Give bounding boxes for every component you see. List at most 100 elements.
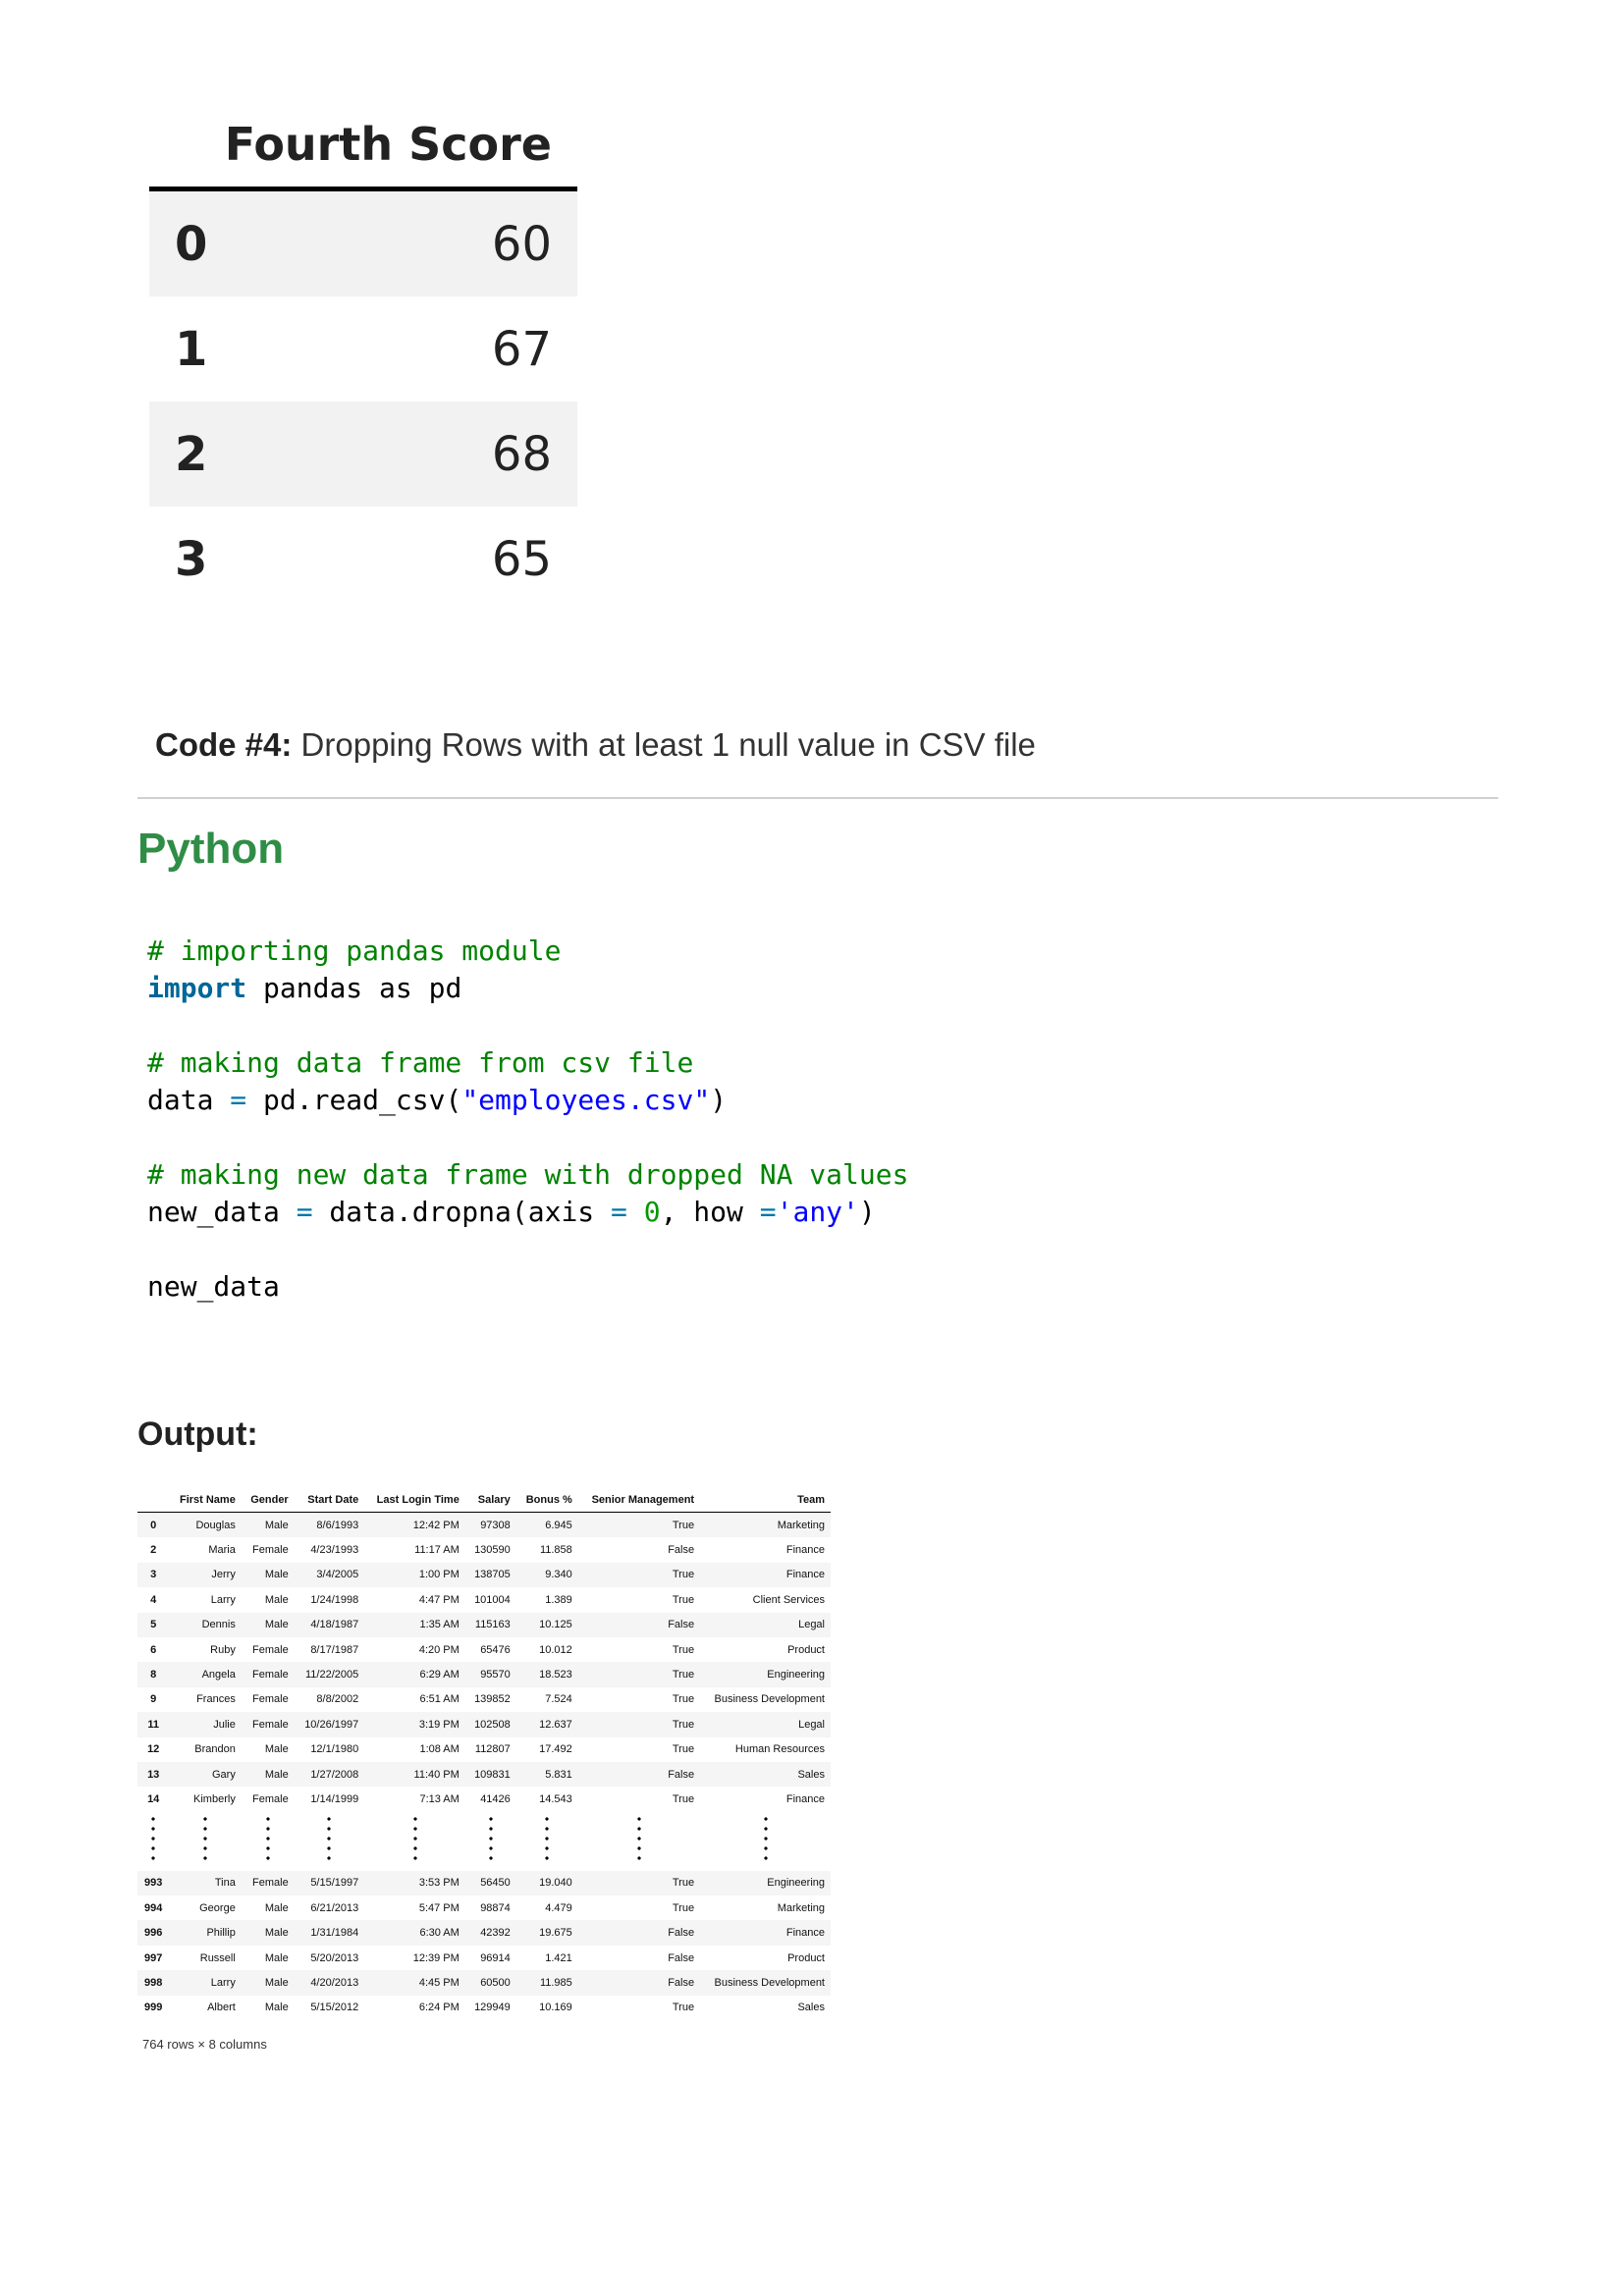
table-cell: True: [577, 1562, 701, 1588]
table-cell: 11.985: [515, 1970, 578, 1996]
table-cell: 112807: [474, 1743, 511, 1756]
table-cell: Kimberly: [193, 1792, 236, 1805]
table-cell: 101004: [474, 1593, 511, 1606]
output-dataframe: First Name Gender Start Date Last Login Tim…: [137, 1488, 831, 2020]
table-cell: Female: [252, 1643, 289, 1656]
score-table-row: 1 67: [149, 296, 577, 401]
ellipsis-cell: [465, 1812, 516, 1871]
row-index: 6: [150, 1643, 157, 1656]
table-cell: 6/21/2013: [310, 1901, 359, 1914]
ellipsis-cell: [516, 1812, 578, 1871]
row-value: 65: [491, 531, 552, 587]
table-cell: True: [672, 1743, 695, 1756]
table-cell: 42392: [464, 1920, 516, 1946]
table-cell: 4/23/1993: [310, 1544, 359, 1557]
ellipsis-cell: [295, 1812, 365, 1871]
table-row: 9 Frances Female 8/8/2002 6:51 AM 139852 7.524…: [137, 1687, 831, 1712]
table-cell: 6:29 AM: [364, 1662, 465, 1687]
table-cell: 95570: [464, 1662, 516, 1687]
row-value: 60: [491, 216, 552, 272]
table-cell: True: [672, 1593, 695, 1606]
code-line: new_data: [147, 1268, 908, 1306]
dataframe-table: First Name Gender Start Date Last Login Tim…: [137, 1488, 831, 2020]
table-cell: Sales: [700, 1761, 831, 1788]
vertical-ellipsis-icon: [151, 1814, 156, 1866]
code-token: =: [230, 1084, 247, 1116]
table-cell: Male: [241, 1761, 295, 1788]
table-cell: Maria: [208, 1544, 236, 1557]
table-cell: Phillip: [169, 1920, 242, 1946]
code-token: =: [759, 1196, 777, 1228]
divider: [137, 797, 1498, 799]
table-cell: Angela: [169, 1662, 242, 1687]
table-cell: Finance: [785, 1544, 825, 1557]
table-cell: 138705: [464, 1562, 516, 1588]
column-header: First Name: [169, 1488, 242, 1513]
table-cell: 5.831: [515, 1761, 578, 1788]
table-cell: 4:47 PM: [418, 1593, 460, 1606]
code-token: =: [611, 1196, 627, 1228]
table-cell: 6:24 PM: [418, 2002, 460, 2014]
table-cell: 1:08 AM: [419, 1743, 460, 1756]
table-cell: Male: [264, 1743, 289, 1756]
table-cell: 12.637: [515, 1712, 578, 1737]
table-cell: Male: [241, 1920, 295, 1946]
row-index: 5: [137, 1612, 170, 1637]
table-cell: 11.858: [539, 1544, 572, 1557]
table-cell: 4/18/1987: [294, 1612, 365, 1637]
table-cell: Male: [264, 1901, 289, 1914]
row-index: 13: [137, 1761, 170, 1788]
table-cell: False: [577, 1761, 701, 1788]
table-cell: Legal: [700, 1712, 831, 1737]
table-cell: Finance: [700, 1920, 831, 1946]
code-token: import: [147, 972, 247, 1004]
table-cell: 96914: [480, 1951, 511, 1964]
table-cell: True: [672, 1693, 695, 1706]
code-line: data = pd.read_csv("employees.csv"): [147, 1082, 908, 1119]
table-row: 993 Tina Female 5/15/1997 3:53 PM 56450 19.040…: [137, 1870, 831, 1896]
table-cell: Douglas: [169, 1512, 242, 1538]
dataframe-header-row: First Name Gender Start Date Last Login Tim…: [137, 1488, 831, 1513]
table-cell: 10/26/1997: [294, 1712, 365, 1737]
vertical-ellipsis-icon: [488, 1814, 493, 1866]
table-cell: 7.524: [545, 1693, 572, 1706]
table-cell: Female: [252, 1544, 289, 1557]
vertical-ellipsis-icon: [265, 1814, 270, 1866]
table-cell: 11:40 PM: [364, 1761, 465, 1788]
ellipsis-cell: [364, 1812, 465, 1871]
code-token: =: [296, 1196, 313, 1228]
table-cell: 4.479: [545, 1901, 572, 1914]
table-cell: 97308: [464, 1512, 516, 1538]
table-cell: False: [577, 1920, 701, 1946]
ellipsis-cell: [169, 1812, 241, 1871]
table-cell: 8/6/1993: [294, 1512, 365, 1538]
table-cell: Female: [241, 1870, 295, 1896]
table-row: 5 Dennis Male 4/18/1987 1:35 AM 115163 10.125 F…: [137, 1612, 831, 1637]
ellipsis-cell: [242, 1812, 295, 1871]
ellipsis-cell: [578, 1812, 700, 1871]
vertical-ellipsis-icon: [412, 1814, 417, 1866]
table-cell: Client Services: [752, 1593, 825, 1606]
row-index: 993: [137, 1870, 170, 1896]
row-index: 14: [147, 1792, 160, 1805]
table-cell: 1.421: [545, 1951, 572, 1964]
code-token: , how: [660, 1196, 760, 1228]
table-cell: Ruby: [210, 1643, 236, 1656]
code-line: # making data frame from csv file: [147, 1044, 908, 1082]
table-cell: Julie: [169, 1712, 242, 1737]
ellipsis-row: [137, 1812, 831, 1871]
score-table-row: 0 60: [149, 191, 577, 296]
table-row: 14 Kimberly Female 1/14/1999 7:13 AM 41426 14.…: [137, 1787, 831, 1811]
table-cell: 1/24/1998: [310, 1593, 359, 1606]
table-cell: Finance: [700, 1562, 831, 1588]
table-cell: Brandon: [194, 1743, 236, 1756]
table-row: 2 Maria Female 4/23/1993 11:17 AM 130590 11.85…: [137, 1537, 831, 1562]
table-cell: 3:19 PM: [364, 1712, 465, 1737]
table-cell: False: [577, 1612, 701, 1637]
row-value: 68: [491, 426, 552, 482]
table-cell: 102508: [464, 1712, 516, 1737]
table-cell: 65476: [480, 1643, 511, 1656]
table-cell: Marketing: [700, 1512, 831, 1538]
table-cell: 3/4/2005: [294, 1562, 365, 1588]
